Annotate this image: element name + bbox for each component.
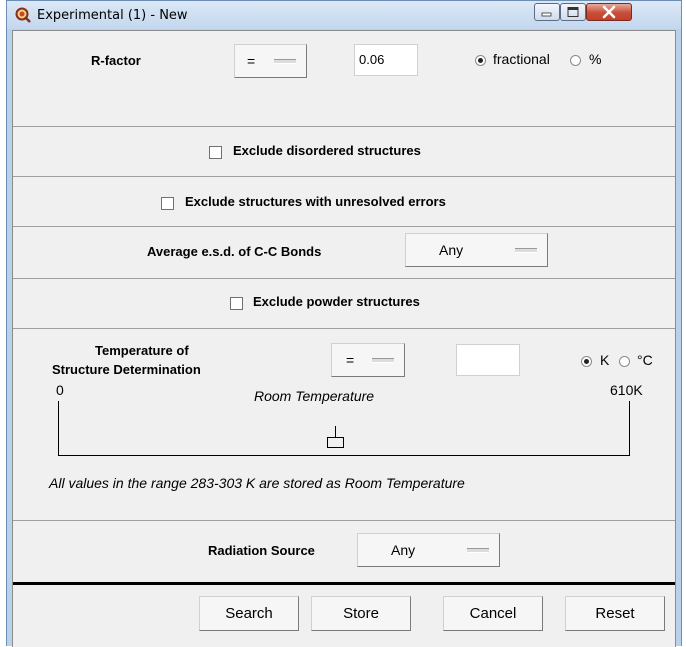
- esd-menu[interactable]: Any: [405, 233, 548, 267]
- exclude-disordered-label: Exclude disordered structures: [233, 143, 421, 158]
- dialog-window: Experimental (1) - New R-factor = 0.06 f…: [6, 0, 682, 647]
- exclude-unresolved-section: Exclude structures with unresolved error…: [13, 177, 675, 227]
- temperature-section: Temperature of Structure Determination =…: [13, 329, 675, 521]
- exclude-powder-label: Exclude powder structures: [253, 294, 420, 309]
- rfactor-fractional-radio[interactable]: [475, 55, 486, 66]
- maximize-button[interactable]: [560, 3, 586, 21]
- store-button[interactable]: Store: [311, 596, 411, 631]
- rfactor-percent-label: %: [589, 51, 602, 67]
- maximize-icon: [567, 7, 579, 17]
- esd-value: Any: [439, 242, 464, 258]
- menu-indicator-icon: [515, 248, 537, 253]
- menu-indicator-icon: [467, 548, 489, 553]
- radiation-section: Radiation Source Any: [13, 521, 675, 585]
- radiation-value: Any: [391, 542, 416, 558]
- exclude-powder-checkbox[interactable]: [230, 297, 243, 310]
- rfactor-operator-menu[interactable]: =: [234, 44, 307, 78]
- cancel-button[interactable]: Cancel: [443, 596, 543, 631]
- esd-section: Average e.s.d. of C-C Bonds Any: [13, 227, 675, 279]
- exclude-disordered-checkbox[interactable]: [209, 146, 222, 159]
- exclude-powder-section: Exclude powder structures: [13, 279, 675, 329]
- close-button[interactable]: [586, 3, 632, 21]
- search-button[interactable]: Search: [199, 596, 299, 631]
- exclude-unresolved-label: Exclude structures with unresolved error…: [185, 194, 446, 209]
- rfactor-percent-radio[interactable]: [570, 55, 581, 66]
- reset-button[interactable]: Reset: [565, 596, 665, 631]
- dialog-client: R-factor = 0.06 fractional % Exclude dis…: [12, 30, 676, 647]
- rfactor-section: R-factor = 0.06 fractional %: [13, 31, 675, 127]
- minimize-button[interactable]: [534, 3, 560, 21]
- rfactor-input[interactable]: 0.06: [354, 44, 418, 76]
- temperature-note: All values in the range 283-303 K are st…: [49, 475, 465, 491]
- exclude-unresolved-checkbox[interactable]: [161, 197, 174, 210]
- close-icon: [602, 5, 616, 19]
- exclude-disordered-section: Exclude disordered structures: [13, 127, 675, 177]
- rfactor-operator-value: =: [247, 53, 256, 69]
- rfactor-label: R-factor: [91, 53, 141, 68]
- menu-indicator-icon: [274, 59, 296, 64]
- rfactor-fractional-label: fractional: [493, 51, 550, 67]
- title-bar[interactable]: Experimental (1) - New: [7, 1, 681, 29]
- radiation-label: Radiation Source: [208, 543, 315, 558]
- esd-label: Average e.s.d. of C-C Bonds: [147, 244, 322, 259]
- radiation-menu[interactable]: Any: [357, 533, 500, 567]
- window-title: Experimental (1) - New: [37, 8, 188, 23]
- search-q-icon: [15, 7, 31, 23]
- minimize-icon: [541, 12, 552, 17]
- temperature-scale: [58, 401, 630, 456]
